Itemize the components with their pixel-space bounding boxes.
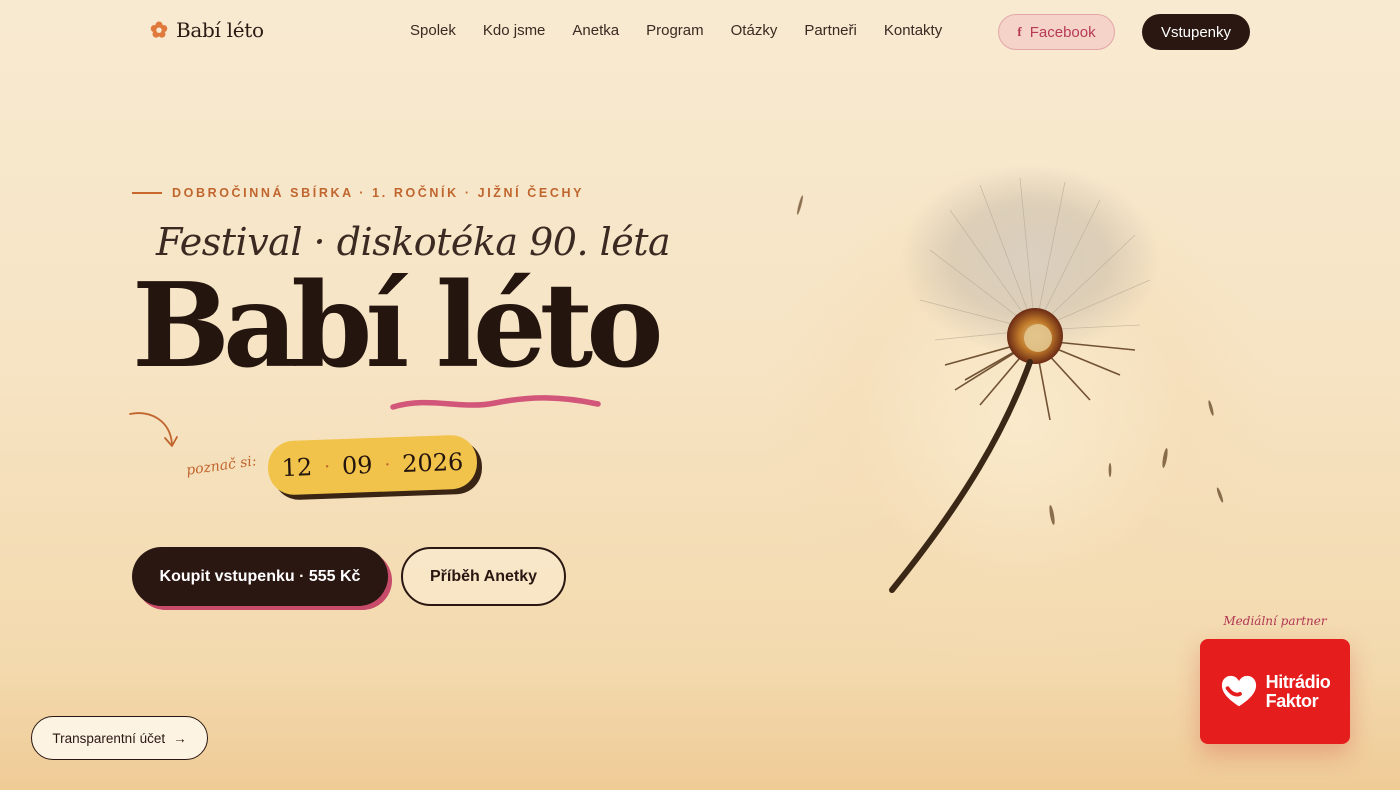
facebook-button[interactable]: f Facebook [998, 14, 1115, 50]
brand-logo[interactable]: Babí léto [150, 18, 264, 42]
transparent-account-label: Transparentní účet [52, 730, 166, 746]
media-partner-name: Hitrádio Faktor [1265, 671, 1331, 711]
facebook-label: Facebook [1029, 23, 1096, 41]
remember-label: poznač si: [185, 453, 258, 479]
dandelion-image [797, 165, 1224, 593]
media-partner-logo[interactable]: Hitrádio Faktor [1200, 639, 1350, 744]
arrow-right-icon: → [173, 730, 187, 746]
media-partner-label: Mediální partner [1223, 614, 1327, 628]
date-separator-dot: · [323, 455, 331, 478]
main-menu: Spolek Kdo jsme Anetka Program Otázky Pa… [410, 22, 942, 39]
tickets-button[interactable]: Vstupenky [1142, 14, 1250, 50]
nav-link-otazky[interactable]: Otázky [731, 22, 778, 39]
nav-link-spolek[interactable]: Spolek [410, 22, 456, 39]
eyebrow-line [132, 192, 162, 194]
nav-link-anetka[interactable]: Anetka [572, 22, 619, 39]
event-date-pill: 12 · 09 · 2026 [267, 434, 478, 496]
partner-name-line1: Hitrádio [1265, 671, 1331, 692]
partner-name-line2: Faktor [1265, 690, 1319, 711]
heart-logo-icon [1221, 675, 1256, 706]
flower-icon [150, 21, 168, 38]
title-underline-squiggle [390, 395, 601, 410]
transparent-account-button[interactable]: Transparentní účet → [31, 716, 208, 760]
top-navigation: Babí léto Spolek Kdo jsme Anetka Program… [0, 0, 1400, 64]
date-separator-dot: · [384, 453, 391, 476]
nav-link-kontakty[interactable]: Kontakty [884, 22, 942, 39]
nav-link-partneri[interactable]: Partneři [804, 22, 857, 39]
date-year: 2026 [401, 447, 464, 478]
date-day: 12 [281, 453, 313, 483]
brand-name: Babí léto [176, 18, 264, 42]
hero-eyebrow: DOBROČINNÁ SBÍRKA · 1. ROČNÍK · JIŽNÍ ČE… [132, 186, 584, 200]
facebook-icon: f [1017, 24, 1022, 39]
nav-link-kdo-jsme[interactable]: Kdo jsme [483, 22, 546, 39]
eyebrow-text: DOBROČINNÁ SBÍRKA · 1. ROČNÍK · JIŽNÍ ČE… [172, 186, 585, 200]
nav-link-program[interactable]: Program [646, 22, 704, 39]
buy-ticket-button[interactable]: Koupit vstupenku · 555 Kč [132, 547, 388, 606]
date-month: 09 [341, 451, 373, 481]
curved-arrow-icon [129, 412, 178, 447]
hero-title: Babí léto [132, 258, 664, 394]
anetka-story-button[interactable]: Příběh Anetky [401, 547, 566, 606]
